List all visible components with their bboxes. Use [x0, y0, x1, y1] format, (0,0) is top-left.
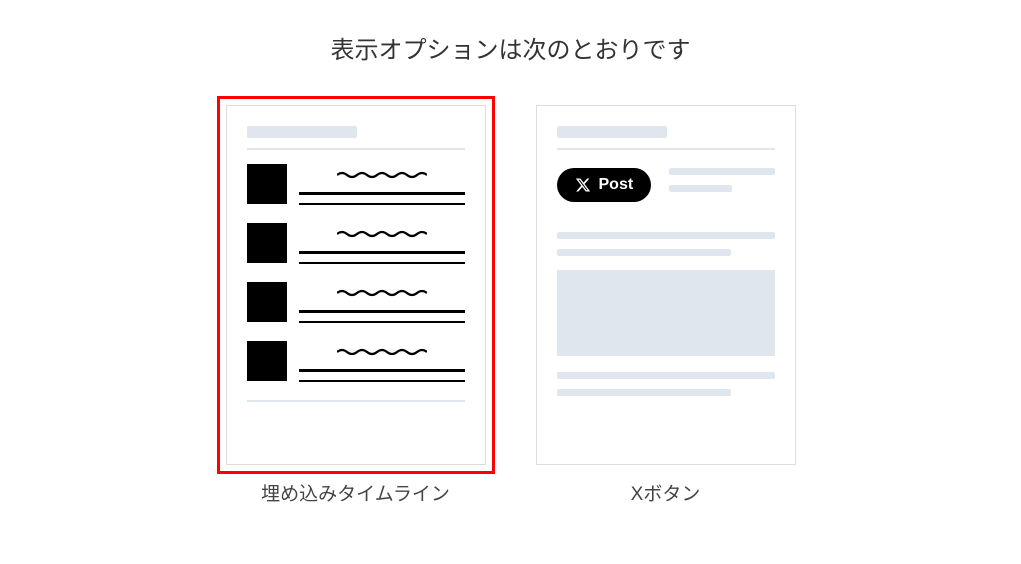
- timeline-item: [247, 223, 465, 264]
- placeholder-bar: [557, 249, 731, 256]
- timeline-item: [247, 282, 465, 323]
- text-line: [299, 369, 465, 372]
- wavy-line-icon: [337, 348, 427, 356]
- option-x-button[interactable]: Post Xボタン: [536, 105, 796, 506]
- avatar-placeholder: [247, 164, 287, 204]
- avatar-placeholder: [247, 341, 287, 381]
- text-line: [299, 380, 465, 383]
- placeholder-line: [557, 148, 775, 150]
- option-label-timeline: 埋め込みタイムライン: [226, 479, 486, 506]
- text-line: [299, 203, 465, 206]
- text-line: [299, 262, 465, 265]
- xbutton-row: Post: [557, 168, 775, 202]
- placeholder-lines: [669, 168, 774, 202]
- placeholder-bar: [669, 168, 774, 175]
- x-logo-icon: [575, 177, 591, 193]
- text-line: [299, 310, 465, 313]
- wavy-line-icon: [337, 171, 427, 179]
- timeline-item: [247, 164, 465, 205]
- timeline-item: [247, 341, 465, 382]
- option-label-xbutton: Xボタン: [536, 479, 796, 506]
- media-placeholder: [557, 270, 775, 356]
- placeholder-bar: [557, 389, 731, 396]
- placeholder-line: [247, 400, 465, 402]
- selection-highlight: [217, 96, 495, 474]
- options-container: 埋め込みタイムライン Post: [0, 105, 1021, 506]
- timeline-item-lines: [299, 223, 465, 264]
- x-post-pill: Post: [557, 168, 652, 202]
- xbutton-card-preview: Post: [536, 105, 796, 465]
- placeholder-bar: [669, 185, 732, 192]
- placeholder-bar: [557, 126, 667, 138]
- wavy-line-icon: [337, 289, 427, 297]
- option-embedded-timeline[interactable]: 埋め込みタイムライン: [226, 105, 486, 506]
- placeholder-bar: [557, 372, 775, 379]
- text-line: [299, 251, 465, 254]
- wavy-line-icon: [337, 230, 427, 238]
- placeholder-line: [247, 148, 465, 150]
- x-post-pill-label: Post: [599, 176, 634, 194]
- timeline-item-lines: [299, 341, 465, 382]
- text-line: [299, 321, 465, 324]
- avatar-placeholder: [247, 282, 287, 322]
- timeline-item-lines: [299, 282, 465, 323]
- placeholder-bar: [557, 232, 775, 239]
- avatar-placeholder: [247, 223, 287, 263]
- text-line: [299, 192, 465, 195]
- timeline-card-preview: [226, 105, 486, 465]
- timeline-item-lines: [299, 164, 465, 205]
- placeholder-bar: [247, 126, 357, 138]
- page-title: 表示オプションは次のとおりです: [0, 30, 1021, 65]
